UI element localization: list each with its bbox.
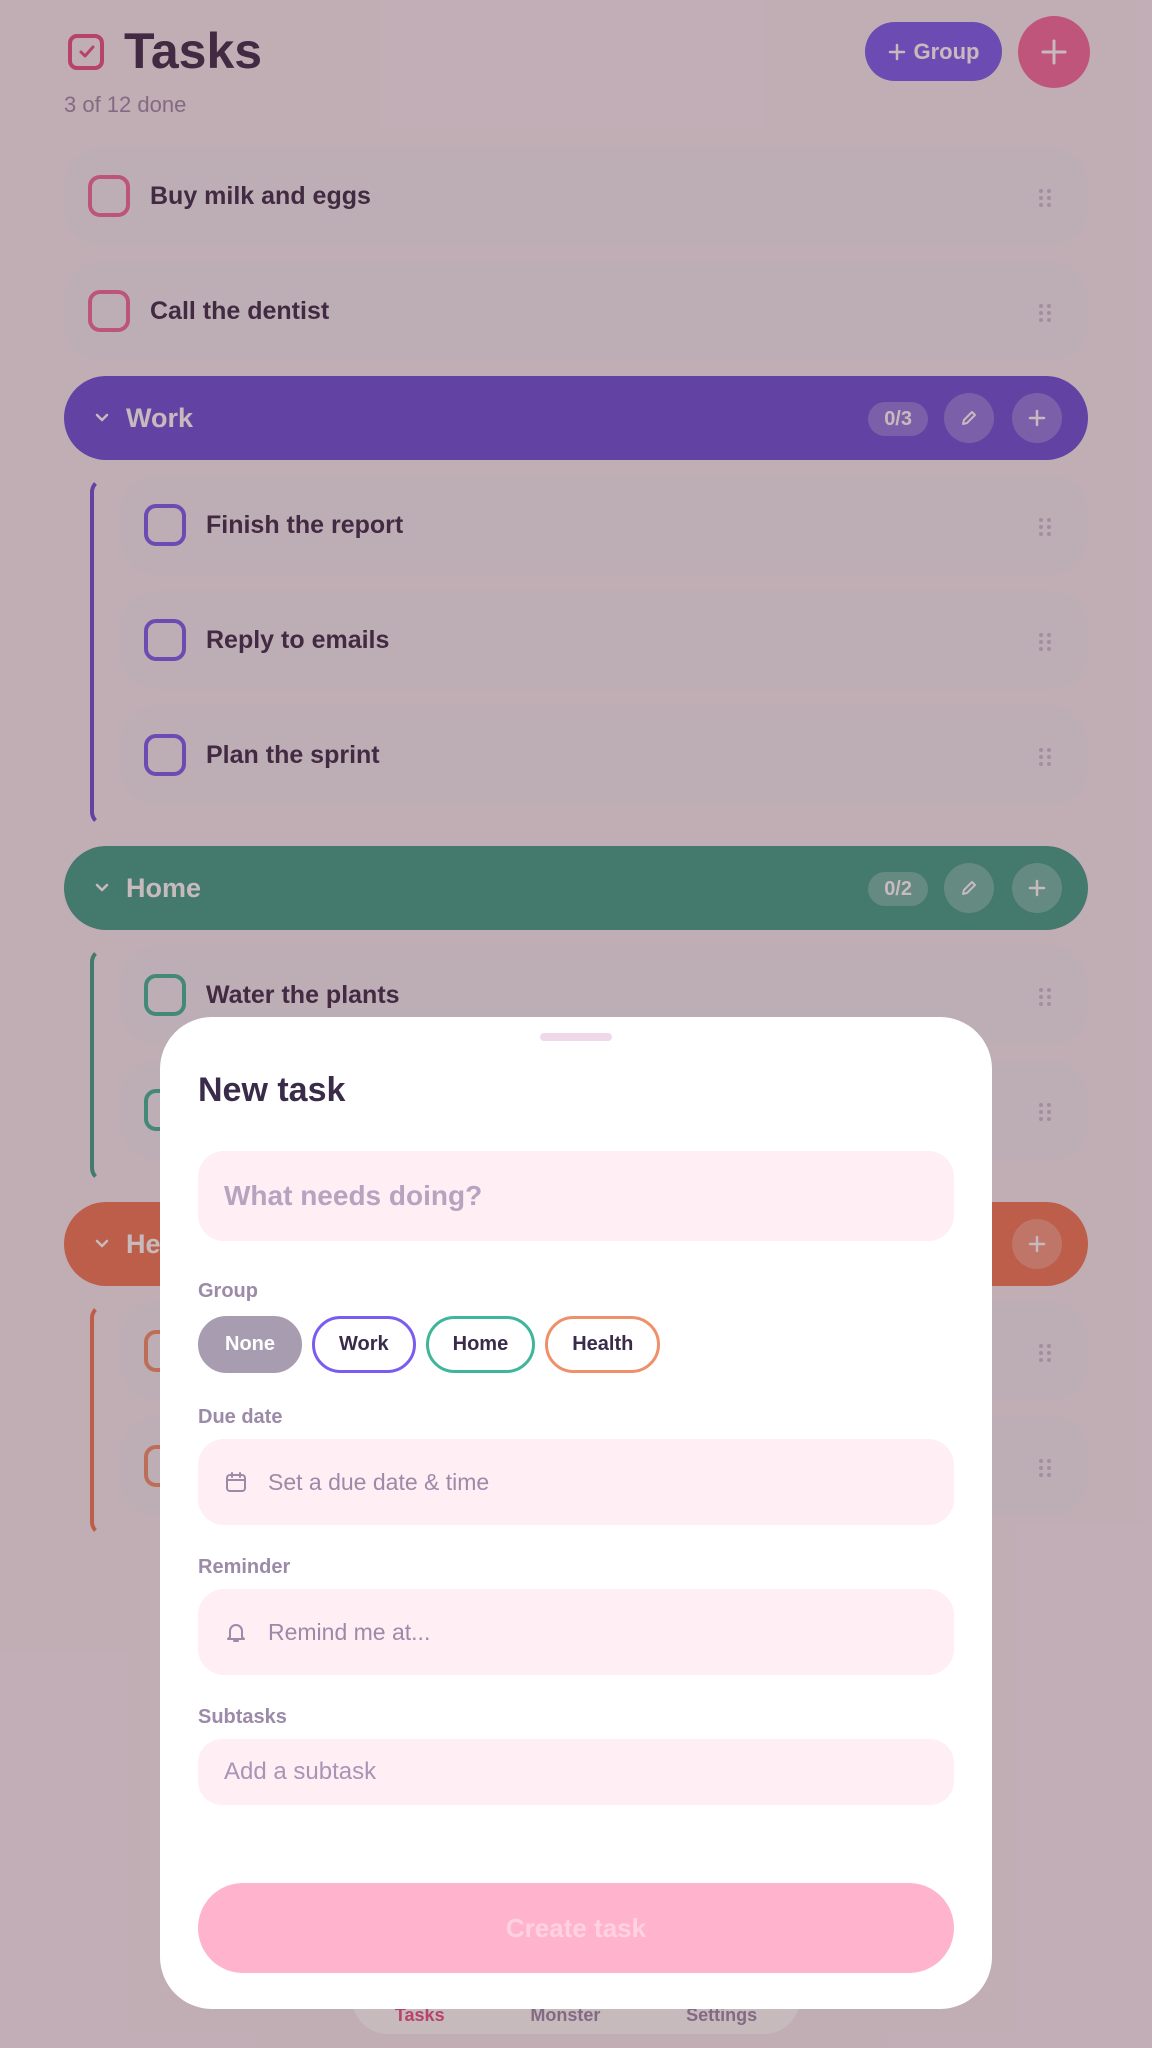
sheet-title: New task: [198, 1071, 346, 1109]
group-field-label: Group: [198, 1280, 258, 1302]
due-date-label: Due date: [198, 1406, 283, 1428]
group-chip-home[interactable]: Home: [425, 1316, 536, 1373]
due-date-field[interactable]: Set a due date & time: [198, 1439, 954, 1525]
subtask-placeholder: Add a subtask: [224, 1758, 377, 1785]
task-title-input[interactable]: What needs doing?: [198, 1151, 954, 1241]
reminder-label: Reminder: [198, 1556, 291, 1578]
sheet-grab-handle[interactable]: [540, 1033, 612, 1041]
create-task-button[interactable]: Create task: [198, 1883, 954, 1973]
reminder-field[interactable]: Remind me at...: [198, 1589, 954, 1675]
subtask-input[interactable]: Add a subtask: [198, 1739, 954, 1805]
calendar-icon: [224, 1470, 248, 1494]
subtasks-label: Subtasks: [198, 1706, 287, 1728]
group-chip-none[interactable]: None: [198, 1316, 302, 1373]
bell-icon: [224, 1620, 248, 1644]
new-task-sheet: New task What needs doing? Group None Wo…: [160, 1017, 992, 2009]
task-title-placeholder: What needs doing?: [224, 1180, 483, 1211]
due-date-placeholder: Set a due date & time: [268, 1468, 490, 1495]
group-chip-list: None Work Home Health: [198, 1316, 661, 1373]
reminder-placeholder: Remind me at...: [268, 1618, 431, 1645]
group-chip-work[interactable]: Work: [312, 1316, 416, 1373]
group-chip-health[interactable]: Health: [545, 1316, 661, 1373]
task-list-screen: Tasks 3 of 12 done Group Buy milk and eg…: [0, 0, 1152, 2048]
